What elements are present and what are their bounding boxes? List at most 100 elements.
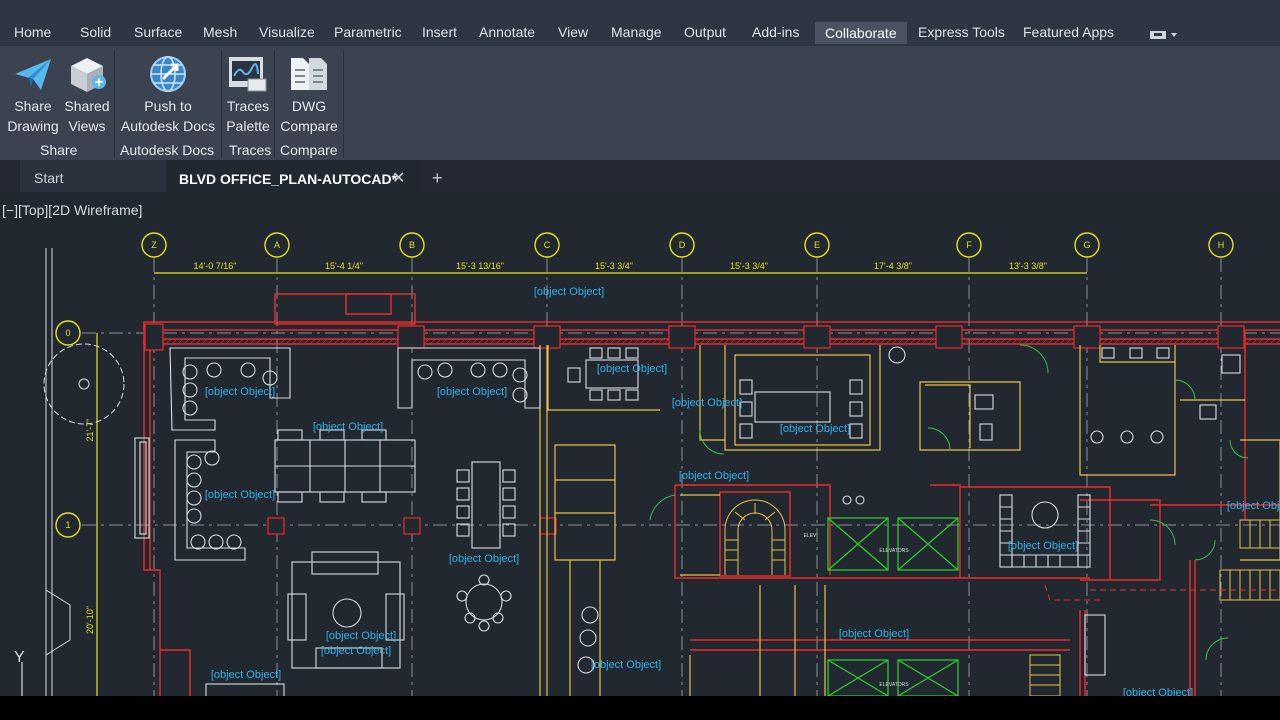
- ribbon-panel: Share Drawing Shared Views Push to Autod…: [0, 46, 1280, 160]
- panel-title-share: Share: [40, 142, 78, 158]
- share-drawing-label-2: Drawing: [7, 118, 59, 134]
- traces-palette-button[interactable]: Traces Palette: [224, 52, 272, 138]
- ribbon-tab-bar: Home Solid Surface Mesh Visualize Parame…: [0, 0, 1280, 46]
- tab-collaborate[interactable]: Collaborate: [815, 22, 907, 44]
- room-label: [object Object]: [591, 659, 661, 671]
- tab-start[interactable]: Start: [20, 160, 166, 192]
- ribbon-divider: [221, 50, 222, 158]
- shared-views-label-1: Shared: [64, 98, 110, 114]
- share-drawing-button[interactable]: Share Drawing: [4, 52, 62, 138]
- demo-lines: [1044, 584, 1280, 601]
- tab-solid[interactable]: Solid: [80, 24, 111, 40]
- column: [397, 325, 425, 349]
- traces-palette-label-2: Palette: [226, 118, 270, 134]
- grid-label: F: [966, 240, 972, 250]
- room-label: [object Object]: [839, 628, 909, 640]
- tab-document[interactable]: BLVD OFFICE_PLAN-AUTOCAD* ✕: [166, 160, 420, 192]
- bottom-bar: [0, 696, 1280, 720]
- column: [403, 517, 421, 535]
- push-to-docs-label-2: Autodesk Docs: [120, 118, 216, 134]
- grid-label: C: [544, 240, 551, 250]
- room-label: [object Object]: [211, 669, 281, 681]
- room-label: [object Object]: [321, 645, 391, 657]
- room-label: [object Object]: [205, 386, 275, 398]
- tab-visualize[interactable]: Visualize: [259, 24, 315, 40]
- dimension-text: 21'-7": [85, 419, 95, 442]
- tab-add-ins[interactable]: Add-ins: [752, 24, 799, 40]
- dimension-text: 15'-3 3/4": [595, 261, 633, 271]
- room-label: [object Object]: [313, 421, 383, 433]
- drawing-viewport[interactable]: [−][Top][2D Wireframe] Z A B C D E F G H…: [0, 192, 1280, 696]
- stairs: [724, 499, 1280, 696]
- ribbon-divider: [274, 50, 275, 158]
- ribbon-divider: [343, 50, 344, 158]
- room-label: [object Object]: [1008, 540, 1078, 552]
- grid-label: D: [679, 240, 686, 250]
- elevator-label: ELEVATORS: [879, 682, 909, 688]
- room-label: [object Object]: [780, 423, 850, 435]
- column: [803, 325, 831, 349]
- ucs-y-label: Y: [14, 649, 25, 666]
- tab-featured-apps[interactable]: Featured Apps: [1023, 24, 1114, 40]
- traces-palette-label-1: Traces: [226, 98, 270, 114]
- close-icon[interactable]: ✕: [392, 168, 405, 188]
- room-label: [object Object]: [437, 386, 507, 398]
- tab-home[interactable]: Home: [14, 24, 51, 40]
- column: [144, 323, 164, 351]
- grid-label: 1: [65, 520, 70, 530]
- tab-express-tools[interactable]: Express Tools: [918, 24, 1005, 40]
- paper-plane-icon: [13, 56, 53, 97]
- traces-icon: [228, 54, 268, 99]
- shared-views-button[interactable]: Shared Views: [62, 52, 112, 138]
- new-tab-icon[interactable]: +: [432, 168, 443, 189]
- room-label: [object Object]: [1227, 500, 1280, 512]
- shared-views-label-2: Views: [68, 118, 106, 134]
- column: [1073, 325, 1101, 349]
- tab-surface[interactable]: Surface: [134, 24, 182, 40]
- grid-label: 0: [65, 328, 70, 338]
- panel-options-icon[interactable]: [1150, 28, 1180, 40]
- dimension-text: 15'-4 1/4": [325, 261, 363, 271]
- tab-manage[interactable]: Manage: [611, 24, 662, 40]
- push-to-autodesk-docs-button[interactable]: Push to Autodesk Docs: [117, 52, 219, 138]
- column: [267, 517, 285, 535]
- dimension-text: 15'-3 3/4": [730, 261, 768, 271]
- grid-label: E: [814, 240, 820, 250]
- tab-parametric[interactable]: Parametric: [334, 24, 402, 40]
- site-elements: [43, 248, 125, 696]
- push-to-docs-label-1: Push to: [144, 98, 192, 114]
- panel-title-autodesk-docs: Autodesk Docs: [120, 142, 215, 158]
- room-label: [object Object]: [679, 470, 749, 482]
- grid-label: A: [274, 240, 280, 250]
- grid-label: G: [1083, 240, 1090, 250]
- grid-label: H: [1218, 240, 1225, 250]
- elevators: [827, 517, 959, 696]
- elevator-label: ELEV: [804, 533, 817, 539]
- ribbon-divider: [114, 50, 115, 158]
- dwg-compare-label-2: Compare: [280, 118, 338, 134]
- grid-label: Z: [151, 240, 157, 250]
- dimension-text: 17'-4 3/8": [874, 261, 912, 271]
- tab-insert[interactable]: Insert: [422, 24, 457, 40]
- room-label: [object Object]: [1123, 687, 1193, 696]
- globe-icon: [149, 55, 187, 98]
- panel-title-traces: Traces: [229, 142, 272, 158]
- room-label: [object Object]: [597, 363, 667, 375]
- elevator-label: ELEVATORS: [879, 548, 909, 554]
- tab-view[interactable]: View: [558, 24, 588, 40]
- column: [935, 325, 963, 349]
- dimension-text: 20'-10": [85, 606, 95, 634]
- tab-annotate[interactable]: Annotate: [479, 24, 535, 40]
- dimension-text: 15'-3 13/16": [456, 261, 504, 271]
- dimension-text: 13'-3 3/8": [1009, 261, 1047, 271]
- cube-icon: [67, 54, 107, 99]
- column: [1217, 325, 1245, 349]
- column: [539, 517, 557, 535]
- partitions: [539, 345, 1280, 696]
- tab-mesh[interactable]: Mesh: [203, 24, 237, 40]
- dwg-compare-button[interactable]: DWG Compare: [277, 52, 341, 138]
- tab-output[interactable]: Output: [684, 24, 726, 40]
- room-label: [object Object]: [534, 286, 604, 298]
- room-label: [object Object]: [449, 553, 519, 565]
- room-label: [object Object]: [205, 489, 275, 501]
